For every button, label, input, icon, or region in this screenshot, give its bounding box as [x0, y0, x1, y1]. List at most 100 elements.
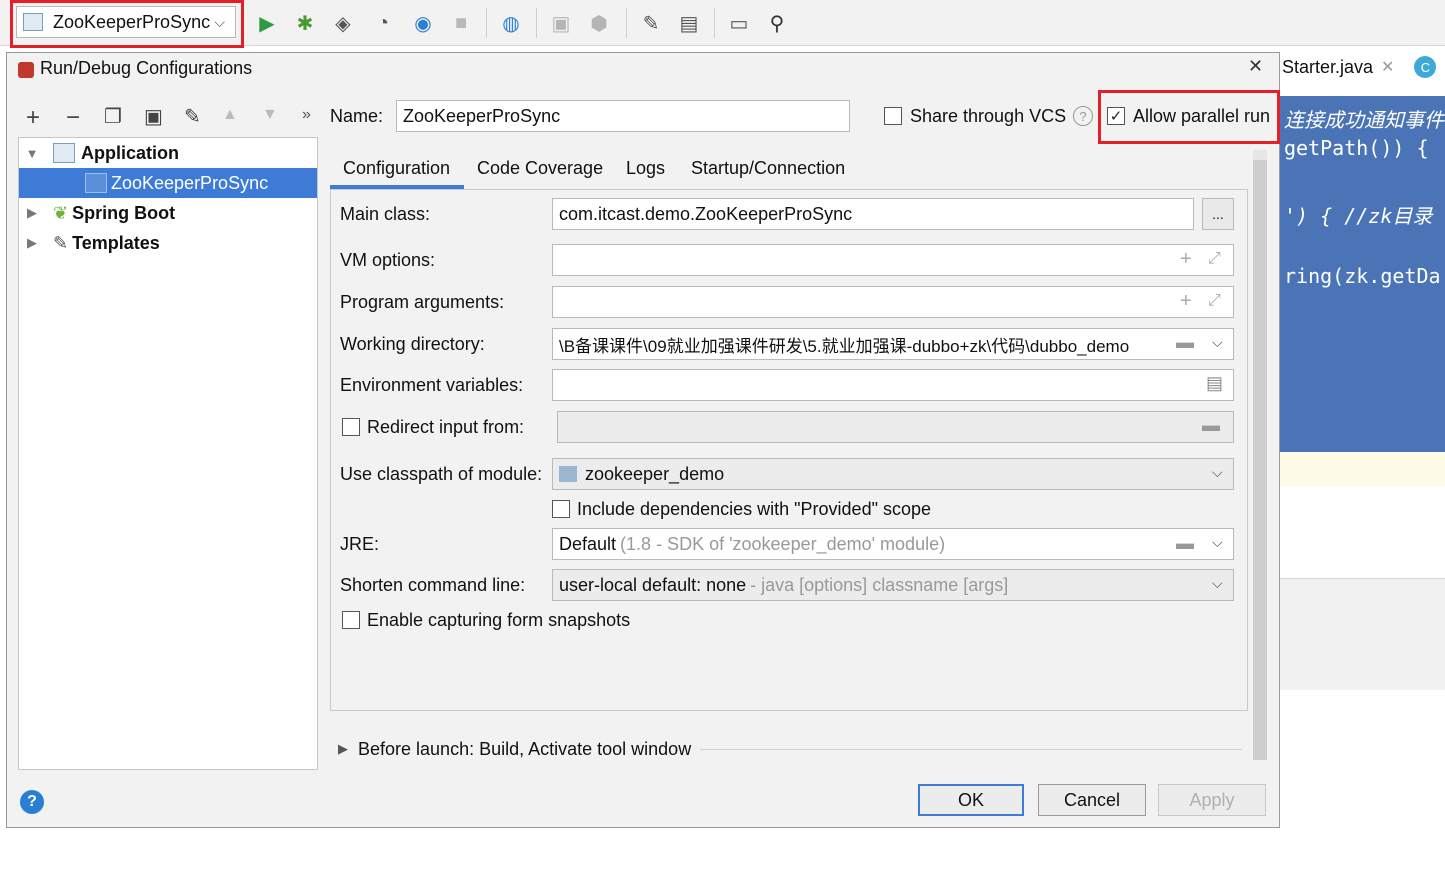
classpath-value: zookeeper_demo — [585, 463, 725, 484]
redirect-input-checkbox[interactable] — [342, 418, 360, 436]
chevron-right-icon[interactable]: ▶ — [338, 741, 348, 757]
main-class-label: Main class: — [340, 204, 431, 224]
browse-main-class-button[interactable]: ... — [1202, 198, 1234, 230]
share-vcs-checkbox[interactable] — [884, 107, 902, 125]
plus-icon[interactable]: + — [1180, 290, 1192, 313]
toolbar-separator — [626, 8, 627, 38]
jre-hint: (1.8 - SDK of 'zookeeper_demo' module) — [620, 533, 946, 554]
tree-item-templates[interactable]: ▶ ✎ Templates — [19, 228, 317, 258]
chevron-down-icon[interactable]: ⌵ — [1212, 534, 1223, 551]
folder-icon[interactable]: ▬ — [1176, 332, 1194, 353]
document-icon[interactable]: ▤ — [1206, 373, 1223, 394]
debug-icon[interactable]: ✱ — [292, 10, 318, 36]
close-icon[interactable]: ✕ — [1248, 56, 1263, 77]
apply-button[interactable]: Apply — [1158, 784, 1266, 816]
help-icon[interactable]: ? — [1073, 106, 1093, 126]
share-vcs-label: Share through VCS — [910, 106, 1067, 126]
chevron-down-icon: ⌵ — [214, 13, 225, 30]
tree-item-application[interactable]: ▼ Application — [19, 138, 317, 168]
copy-icon[interactable]: ❐ — [104, 104, 122, 129]
editor-tab-label: Starter.java — [1282, 56, 1374, 77]
plus-icon[interactable]: + — [1180, 248, 1192, 271]
profile-icon[interactable]: ◔ — [370, 10, 396, 36]
intellij-icon — [18, 62, 34, 78]
settings-icon[interactable]: ✎ — [638, 10, 664, 36]
expand-icon[interactable]: ⤢ — [1208, 292, 1221, 310]
code-line: ') { //zk目录 — [1284, 204, 1433, 228]
chevron-right-icon[interactable]: ▶ — [21, 205, 43, 221]
tree-item-spring-boot[interactable]: ▶ ❦ Spring Boot — [19, 198, 317, 228]
redirect-input-label: Redirect input from: — [367, 417, 525, 437]
update-icon[interactable]: ◍ — [498, 10, 524, 36]
jre-select[interactable]: Default (1.8 - SDK of 'zookeeper_demo' m… — [552, 528, 1234, 560]
program-args-input[interactable] — [552, 286, 1234, 318]
add-icon[interactable]: + — [26, 104, 40, 132]
jre-label: JRE: — [340, 534, 380, 554]
classpath-select[interactable]: zookeeper_demo — [552, 458, 1234, 490]
project-structure-icon[interactable]: ▤ — [676, 10, 702, 36]
wrench-icon[interactable]: ✎ — [184, 104, 201, 129]
ok-button[interactable]: OK — [918, 784, 1024, 816]
attach-icon[interactable]: ◉ — [410, 10, 436, 36]
search-icon[interactable]: ⚲ — [764, 10, 790, 36]
main-class-input[interactable]: com.itcast.demo.ZooKeeperProSync — [552, 198, 1194, 230]
arrow-up-icon[interactable]: ▲ — [222, 106, 238, 124]
program-args-label: Program arguments: — [340, 292, 505, 312]
application-icon — [85, 173, 107, 193]
include-deps-label: Include dependencies with "Provided" sco… — [577, 499, 932, 519]
folder-icon[interactable]: ▬ — [1202, 415, 1220, 436]
name-input[interactable]: ZooKeeperProSync — [396, 100, 850, 132]
class-icon: C — [1414, 56, 1437, 78]
vm-options-label: VM options: — [340, 250, 436, 270]
env-vars-input[interactable] — [552, 369, 1234, 401]
jre-value: Default — [559, 533, 617, 554]
toolbar-separator — [714, 8, 715, 38]
shorten-select[interactable]: user-local default: none - java [options… — [552, 569, 1234, 601]
stop-icon[interactable]: ■ — [448, 10, 474, 36]
expand-icon[interactable]: ⤢ — [1208, 250, 1221, 268]
build-artifacts-icon[interactable]: ⬢ — [586, 10, 612, 36]
vm-options-input[interactable] — [552, 244, 1234, 276]
code-line: 连接成功通知事件 — [1284, 108, 1444, 132]
include-deps-checkbox[interactable] — [552, 500, 570, 518]
terminal-icon[interactable]: ▭ — [726, 10, 752, 36]
tree-item-zookeeperprosync[interactable]: ZooKeeperProSync — [19, 168, 317, 198]
run-config-selector[interactable]: ZooKeeperProSync ⌵ — [16, 6, 236, 38]
allow-parallel-checkbox[interactable]: ✓ — [1107, 107, 1125, 125]
help-icon[interactable]: ? — [20, 790, 44, 814]
chevron-down-icon[interactable]: ⌵ — [1212, 575, 1223, 592]
shorten-hint: - java [options] classname [args] — [750, 574, 1009, 595]
tab-code-coverage[interactable]: Code Coverage — [477, 150, 603, 186]
close-icon[interactable]: ✕ — [1381, 57, 1394, 77]
code-line: getPath()) { — [1284, 136, 1429, 160]
allow-parallel-label: Allow parallel run — [1133, 106, 1271, 126]
redirect-input-field[interactable] — [557, 411, 1234, 443]
tab-startup-connection[interactable]: Startup/Connection — [691, 150, 845, 186]
run-config-icon — [23, 13, 43, 31]
cancel-button[interactable]: Cancel — [1038, 784, 1146, 816]
build-icon[interactable]: ▣ — [548, 10, 574, 36]
tree-label-application: Application — [81, 142, 179, 163]
env-vars-label: Environment variables: — [340, 375, 524, 395]
chevron-down-icon[interactable]: ⌵ — [1212, 464, 1223, 481]
tab-configuration[interactable]: Configuration — [343, 150, 450, 186]
chevron-down-icon[interactable]: ⌵ — [1212, 334, 1223, 351]
scrollbar-thumb[interactable] — [1253, 160, 1267, 760]
module-folder-icon — [559, 466, 577, 482]
more-icon[interactable]: » — [302, 106, 311, 124]
save-icon[interactable]: ▣ — [144, 104, 163, 129]
editor-tab[interactable]: Starter.java ✕ C — [1280, 50, 1445, 84]
chevron-down-icon[interactable]: ▼ — [21, 146, 43, 161]
working-dir-input[interactable]: \B备课课件\09就业加强课件研发\5.就业加强课-dubbo+zk\代码\du… — [552, 328, 1234, 360]
before-launch-label[interactable]: Before launch: Build, Activate tool wind… — [358, 739, 691, 760]
shorten-label: Shorten command line: — [340, 575, 526, 595]
folder-icon[interactable]: ▬ — [1176, 533, 1194, 554]
remove-icon[interactable]: − — [66, 104, 80, 132]
arrow-down-icon[interactable]: ▼ — [262, 106, 278, 124]
run-icon[interactable]: ▶ — [254, 10, 280, 36]
tab-logs[interactable]: Logs — [626, 150, 665, 186]
capture-snapshots-checkbox[interactable] — [342, 611, 360, 629]
coverage-icon[interactable]: ◈ — [330, 10, 356, 36]
chevron-right-icon[interactable]: ▶ — [21, 235, 43, 251]
editor-current-line — [1280, 452, 1445, 486]
